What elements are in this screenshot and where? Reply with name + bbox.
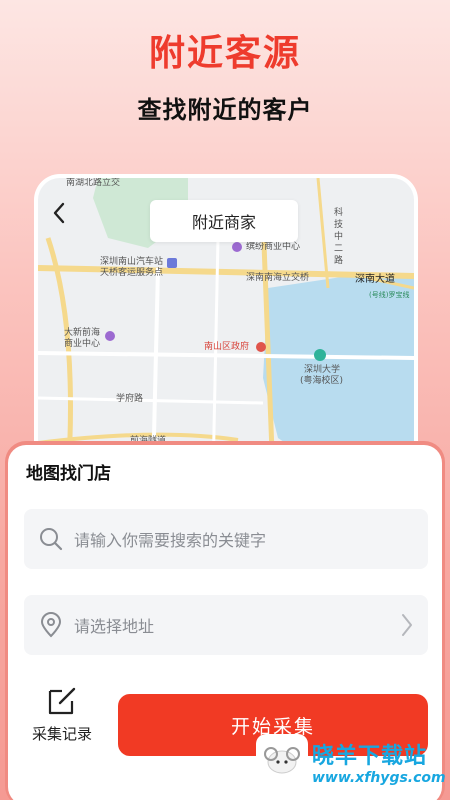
watermark: 晓羊下载站 www.xfhygs.com [256, 734, 446, 796]
map-label: 中 [334, 232, 344, 242]
map-label: 缤纷商业中心 [246, 242, 301, 252]
map-label: 天桥客运服务点 [100, 268, 164, 278]
search-icon [40, 528, 63, 551]
watermark-url: www.xfhygs.com [312, 770, 446, 786]
watermark-title: 晓羊下载站 [312, 744, 428, 769]
map-view[interactable]: 南湖北路立交 深圳南山汽车站 天桥客运服务点 缤纷商业中心 深南南海立交桥 深南… [38, 178, 414, 478]
map-label: 南湖北路立交 [66, 178, 121, 188]
map-label: 深南南海立交桥 [246, 273, 310, 283]
map-header-title: 附近商家 [150, 200, 298, 242]
promo-title: 附近客源 [148, 33, 301, 74]
map-label: 科 [334, 208, 344, 218]
map-label: (粤海校区) [300, 376, 344, 386]
map-label: 大新前海 [64, 328, 101, 338]
map-label: (号线)罗宝线 [369, 291, 410, 299]
chevron-left-icon [53, 202, 65, 224]
map-label: 深圳南山汽车站 [100, 257, 164, 267]
edit-icon [48, 687, 76, 715]
commerce-center-pin [105, 331, 115, 341]
panel-title: 地图找门店 [26, 464, 111, 484]
address-select[interactable]: 请选择地址 [24, 595, 428, 655]
bus-station-pin [167, 258, 177, 268]
history-label: 采集记录 [31, 725, 92, 743]
chevron-right-icon [402, 614, 412, 636]
map-label: 深圳大学 [304, 365, 341, 375]
map-label: 学府路 [116, 394, 144, 404]
map-label: 深南大道 [355, 274, 395, 285]
university-pin [314, 349, 326, 361]
mall-pin [232, 242, 242, 252]
map-label: 商业中心 [64, 339, 101, 349]
map-label: 二 [334, 244, 344, 254]
keyword-placeholder: 请输入你需要搜索的关键字 [74, 531, 267, 550]
map-label: 路 [334, 256, 344, 266]
sheep-logo-icon [256, 734, 308, 786]
collection-history-button[interactable]: 采集记录 [22, 685, 102, 744]
gov-pin [256, 342, 266, 352]
promo-subtitle: 查找附近的客户 [137, 96, 313, 124]
keyword-search-input[interactable]: 请输入你需要搜索的关键字 [24, 509, 428, 569]
back-button[interactable] [52, 202, 88, 238]
address-placeholder: 请选择地址 [74, 617, 155, 636]
location-pin-icon [40, 612, 62, 638]
map-label: 南山区政府 [204, 342, 250, 352]
map-label: 技 [334, 220, 344, 230]
